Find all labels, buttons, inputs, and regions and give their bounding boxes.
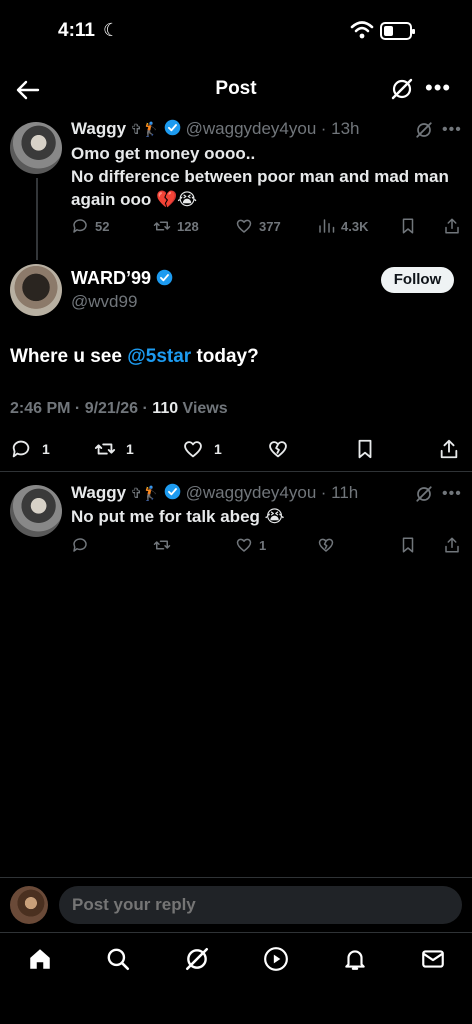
- play-icon[interactable]: [263, 946, 289, 972]
- home-icon[interactable]: [27, 946, 53, 972]
- status-time: 4:11: [58, 20, 95, 41]
- grok-icon[interactable]: [415, 485, 433, 503]
- more-options-icon[interactable]: •••: [442, 121, 462, 139]
- avatar[interactable]: [10, 264, 62, 316]
- retweet-icon: [153, 221, 171, 231]
- grok-icon[interactable]: [184, 946, 210, 972]
- reply-count: 1: [42, 441, 50, 457]
- share-icon[interactable]: [443, 217, 461, 235]
- broken-heart-icon[interactable]: [317, 536, 335, 554]
- verified-badge-icon: [156, 269, 173, 286]
- retweet-count: 1: [126, 441, 134, 457]
- tweet-time: · 11h: [320, 483, 359, 502]
- grok-icon[interactable]: [390, 77, 414, 101]
- author-handle[interactable]: @wvd99: [71, 292, 137, 312]
- reply-bar: [0, 878, 472, 932]
- views-count: 4.3K: [341, 218, 369, 234]
- search-icon[interactable]: [105, 946, 131, 972]
- retweet-button[interactable]: 128: [153, 217, 199, 235]
- like-count: 1: [214, 441, 222, 457]
- author-emoji: ✞🏌️: [130, 485, 160, 501]
- retweet-button[interactable]: 1: [94, 438, 134, 460]
- share-icon[interactable]: [438, 438, 460, 460]
- tweet-actions: 1: [71, 536, 461, 558]
- broken-heart-icon[interactable]: [267, 438, 289, 460]
- reply-icon: [73, 538, 87, 552]
- share-icon[interactable]: [443, 536, 461, 554]
- tweet-text-end: today?: [191, 346, 259, 367]
- views-label: Views: [178, 400, 228, 417]
- retweet-icon: [153, 540, 171, 550]
- tweet-text: Where u see @5star today?: [10, 346, 259, 368]
- like-button[interactable]: 1: [182, 438, 222, 460]
- tweet-text: No put me for talk abeg 😭: [71, 507, 285, 526]
- heart-icon: [184, 441, 202, 458]
- mail-icon[interactable]: [420, 946, 446, 972]
- reply-button[interactable]: 52: [71, 217, 109, 235]
- more-options-icon[interactable]: •••: [442, 485, 462, 503]
- reply-button[interactable]: [71, 536, 89, 554]
- tweet-actions: 52 128 377 4.3K: [71, 217, 461, 239]
- tweet-text-start: Where u see: [10, 346, 128, 367]
- grok-icon[interactable]: [415, 121, 433, 139]
- bookmark-icon[interactable]: [399, 217, 417, 235]
- like-button[interactable]: 377: [235, 217, 281, 235]
- bell-icon[interactable]: [342, 946, 368, 972]
- retweet-count: 128: [177, 218, 199, 234]
- author-name[interactable]: Waggy: [71, 483, 126, 502]
- avatar[interactable]: [10, 886, 48, 924]
- author-name-text: WARD’99: [71, 268, 152, 288]
- tweet-meta: 2:46 PM · 9/21/26 · 110 Views: [10, 400, 228, 418]
- views-button[interactable]: 4.3K: [317, 217, 368, 235]
- reply-icon: [12, 440, 30, 458]
- more-options-icon[interactable]: •••: [425, 77, 451, 99]
- retweet-icon: [94, 443, 116, 455]
- tweet-timestamp[interactable]: 2:46 PM · 9/21/26 ·: [10, 400, 152, 417]
- author-name[interactable]: WARD’99: [71, 268, 173, 289]
- tweet-header: Waggy ✞🏌️ @waggydey4you · 11h: [71, 483, 358, 503]
- tab-bar: [0, 936, 472, 984]
- tweet-actions: 1 1 1: [10, 438, 462, 462]
- author-handle[interactable]: @waggydey4you: [186, 119, 317, 138]
- post-header: Post •••: [0, 64, 472, 116]
- avatar[interactable]: [10, 485, 62, 537]
- heart-icon: [236, 538, 252, 552]
- avatar[interactable]: [10, 122, 62, 174]
- moon-icon: ☾: [103, 20, 120, 40]
- bookmark-icon[interactable]: [354, 438, 376, 460]
- heart-icon: [236, 219, 252, 233]
- like-count: 377: [259, 218, 281, 234]
- reply-count: 52: [95, 218, 110, 234]
- divider: [0, 932, 472, 933]
- follow-button[interactable]: Follow: [381, 267, 454, 293]
- verified-badge-icon: [164, 119, 181, 136]
- author-emoji: ✞🏌️: [130, 121, 160, 137]
- tweet-time: · 13h: [320, 119, 360, 138]
- views-icon: [319, 219, 335, 233]
- tweet-text: Omo get money oooo.. No difference betwe…: [71, 144, 449, 209]
- verified-badge-icon: [164, 483, 181, 500]
- like-count: 1: [259, 537, 267, 553]
- author-handle[interactable]: @waggydey4you: [186, 483, 317, 502]
- views-count: 110: [152, 400, 179, 417]
- wifi-icon: [350, 21, 374, 39]
- divider: [0, 471, 472, 472]
- tweet-header: Waggy ✞🏌️ @waggydey4you · 13h: [71, 119, 360, 139]
- status-bar: 4:11 ☾: [0, 0, 472, 64]
- thread-line: [36, 178, 38, 260]
- reply-button[interactable]: 1: [10, 438, 50, 460]
- retweet-button[interactable]: [153, 536, 171, 554]
- bookmark-icon[interactable]: [399, 536, 417, 554]
- reply-icon: [73, 219, 87, 233]
- reply-input[interactable]: [59, 886, 462, 924]
- author-name[interactable]: Waggy: [71, 119, 126, 138]
- like-button[interactable]: 1: [235, 536, 266, 554]
- battery-icon: [380, 22, 415, 40]
- mention-link[interactable]: @5star: [127, 346, 191, 367]
